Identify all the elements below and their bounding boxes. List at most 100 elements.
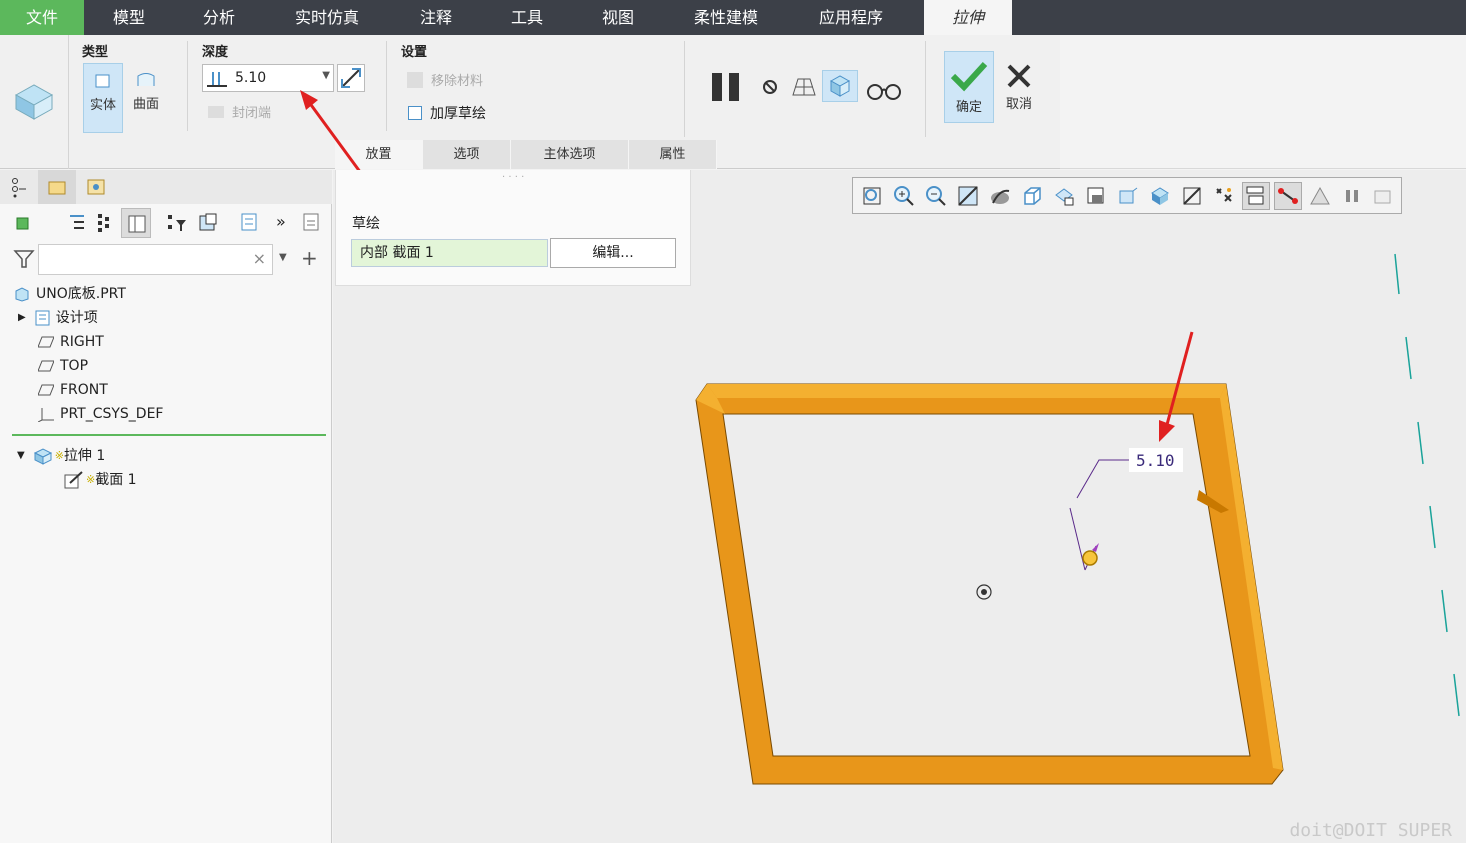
surface-button[interactable]: 曲面: [126, 63, 166, 133]
warning-icon[interactable]: [1309, 185, 1331, 207]
menu-model[interactable]: 模型: [84, 0, 174, 35]
tree-label: RIGHT: [60, 334, 104, 350]
pause-icon: [712, 73, 739, 101]
dimension-label[interactable]: 5.10: [1136, 451, 1175, 470]
tree-filter-icon[interactable]: [166, 212, 188, 234]
section-icon[interactable]: [1117, 185, 1139, 207]
tree-collapse-icon[interactable]: [96, 212, 112, 232]
show-icon[interactable]: [240, 212, 258, 232]
add-icon[interactable]: +: [301, 246, 318, 270]
watermark: doit@DOIT SUPER: [1289, 820, 1452, 841]
annotation-display-button[interactable]: [1242, 182, 1270, 210]
cancel-label: 取消: [1005, 97, 1032, 112]
depth-value[interactable]: 5.10: [235, 70, 266, 86]
sketch-collector[interactable]: 内部 截面 1: [351, 239, 548, 267]
tree-item-design-items[interactable]: ▶ 设计项: [18, 307, 98, 329]
favorites-tab-icon[interactable]: [86, 178, 106, 196]
annotation-display-icon: [1246, 186, 1264, 205]
mesh-preview-icon[interactable]: [790, 75, 818, 99]
insert-here-line[interactable]: [12, 434, 326, 436]
model-tree-tab-icon[interactable]: [10, 176, 32, 198]
search-dropdown-icon[interactable]: ▼: [279, 252, 287, 263]
tab-body-options[interactable]: 主体选项: [511, 140, 629, 169]
tab-properties[interactable]: 属性: [629, 140, 717, 169]
part-icon[interactable]: [14, 214, 32, 232]
tree-item-front[interactable]: FRONT: [38, 379, 108, 401]
surface-label: 曲面: [132, 97, 159, 112]
datum-plane-icon: [38, 360, 54, 372]
tree-settings-icon[interactable]: [198, 212, 218, 232]
ok-button[interactable]: 确定: [944, 51, 994, 123]
remove-material-icon: [407, 71, 423, 88]
tree-label: 拉伸 1: [63, 448, 106, 464]
remove-material-label: 移除材料: [431, 74, 484, 89]
new-feature-marker: ※: [54, 449, 64, 462]
sketch-display-icon: [1278, 188, 1298, 204]
datum-plane-icon: [38, 336, 54, 348]
more-chevron-icon[interactable]: »: [276, 212, 286, 231]
drag-handle[interactable]: [1082, 550, 1098, 566]
perspective-view-icon[interactable]: [1085, 185, 1107, 207]
thicken-sketch-option[interactable]: 加厚草绘: [408, 103, 486, 123]
geometry-preview-button[interactable]: [822, 70, 858, 102]
panel-grip[interactable]: · · · ·: [502, 172, 524, 183]
tree-item-right[interactable]: RIGHT: [38, 331, 104, 353]
datum-planes-icon[interactable]: [1181, 185, 1203, 207]
expand-arrow-icon[interactable]: ▶: [18, 307, 26, 329]
dashboard-tabs: 放置 选项 主体选项 属性: [335, 140, 717, 169]
tree-item-section[interactable]: ※ 截面 1: [64, 469, 137, 491]
solid-button[interactable]: 实体: [83, 63, 123, 133]
saved-orientations-icon[interactable]: [1021, 185, 1043, 207]
extrude-feature-icon: [33, 448, 52, 465]
refit-icon[interactable]: [861, 185, 883, 207]
menu-applications[interactable]: 应用程序: [788, 0, 914, 35]
zoom-in-icon[interactable]: [893, 185, 915, 207]
folder-browser-tab[interactable]: [38, 170, 76, 204]
cancel-button[interactable]: 取消: [996, 51, 1042, 123]
menu-view[interactable]: 视图: [572, 0, 664, 35]
collapse-arrow-icon[interactable]: ▼: [17, 445, 25, 467]
cap-ends-option[interactable]: 封闭端: [208, 102, 271, 121]
clear-search-icon[interactable]: ×: [253, 249, 266, 268]
extruded-frame[interactable]: [695, 383, 1284, 785]
tree-label: 设计项: [55, 310, 98, 326]
filter-funnel-icon[interactable]: [13, 249, 35, 269]
menu-flexible-modeling[interactable]: 柔性建模: [664, 0, 788, 35]
hidden-items-icon[interactable]: [1371, 185, 1393, 207]
menu-annotate[interactable]: 注释: [390, 0, 482, 35]
pause-small-icon[interactable]: [1341, 185, 1363, 207]
verify-glasses-icon[interactable]: [866, 77, 902, 101]
datum-points-icon[interactable]: [1213, 185, 1235, 207]
menu-analysis[interactable]: 分析: [174, 0, 264, 35]
tree-label: UNO底板.PRT: [36, 286, 126, 302]
display-style-icon[interactable]: [989, 185, 1011, 207]
solid-label: 实体: [89, 98, 116, 113]
pause-button[interactable]: [711, 73, 741, 101]
coordinate-system-icon: [38, 408, 54, 422]
tab-options[interactable]: 选项: [423, 140, 511, 169]
zoom-out-icon[interactable]: [925, 185, 947, 207]
type-group-label: 类型: [82, 45, 109, 60]
sketch-display-button[interactable]: [1274, 182, 1302, 210]
checkmark-icon: [950, 61, 988, 92]
no-preview-icon[interactable]: [761, 78, 779, 96]
menu-realtime-sim[interactable]: 实时仿真: [264, 0, 390, 35]
shaded-view-icon[interactable]: [1149, 185, 1171, 207]
page-icon[interactable]: [302, 212, 320, 232]
tree-item-csys[interactable]: PRT_CSYS_DEF: [38, 403, 163, 425]
menu-extrude[interactable]: 拉伸: [924, 0, 1012, 35]
menu-tools[interactable]: 工具: [482, 0, 572, 35]
edit-sketch-button[interactable]: 编辑...: [550, 238, 676, 268]
remove-material-option[interactable]: 移除材料: [407, 70, 483, 89]
chevron-down-icon[interactable]: ▼: [322, 70, 330, 81]
tree-search-input[interactable]: ×: [38, 244, 273, 275]
thicken-checkbox[interactable]: [408, 106, 422, 120]
menu-file[interactable]: 文件: [0, 0, 84, 35]
tree-item-top[interactable]: TOP: [38, 355, 88, 377]
repaint-icon[interactable]: [957, 185, 979, 207]
tree-list-icon[interactable]: [66, 212, 86, 232]
view-manager-icon[interactable]: [1053, 185, 1075, 207]
tree-columns-button[interactable]: [121, 208, 151, 238]
tree-root-part[interactable]: UNO底板.PRT: [14, 283, 126, 305]
tree-item-extrude[interactable]: ▼ ※ 拉伸 1: [17, 445, 105, 467]
